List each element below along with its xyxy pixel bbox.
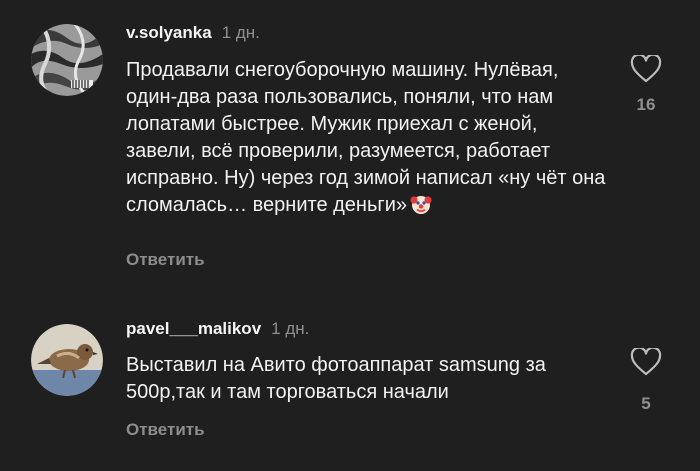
comment-text: Продавали снегоуборочную машину. Нулёвая… <box>126 57 606 223</box>
avatar-image <box>31 324 103 396</box>
like-count: 16 <box>636 95 656 114</box>
comment-body: Выставил на Авито фотоаппарат samsung за… <box>126 354 546 403</box>
heart-icon <box>630 55 662 83</box>
clown-face-icon <box>410 193 432 223</box>
avatar[interactable] <box>31 324 103 396</box>
avatar[interactable] <box>31 24 103 96</box>
username[interactable]: pavel___malikov <box>126 319 261 338</box>
comment-body: Продавали снегоуборочную машину. Нулёвая… <box>126 59 606 216</box>
reply-button[interactable]: Ответить <box>126 250 205 270</box>
username[interactable]: v.solyanka <box>126 23 212 42</box>
like-button[interactable] <box>626 348 666 376</box>
like-button[interactable] <box>626 55 666 83</box>
comment-header: pavel___malikov 1 дн. <box>126 319 309 339</box>
avatar-image <box>31 24 103 96</box>
comment-text: Выставил на Авито фотоаппарат samsung за… <box>126 352 606 406</box>
reply-button[interactable]: Ответить <box>126 420 205 440</box>
comment-item: pavel___malikov 1 дн. Выставил на Авито ф… <box>0 300 700 471</box>
like-count: 5 <box>641 394 651 413</box>
heart-icon <box>630 348 662 376</box>
timestamp: 1 дн. <box>221 23 260 42</box>
comment-item: v.solyanka 1 дн. Продавали снегоуборочную… <box>0 0 700 300</box>
timestamp: 1 дн. <box>271 319 310 338</box>
comment-header: v.solyanka 1 дн. <box>126 23 260 43</box>
